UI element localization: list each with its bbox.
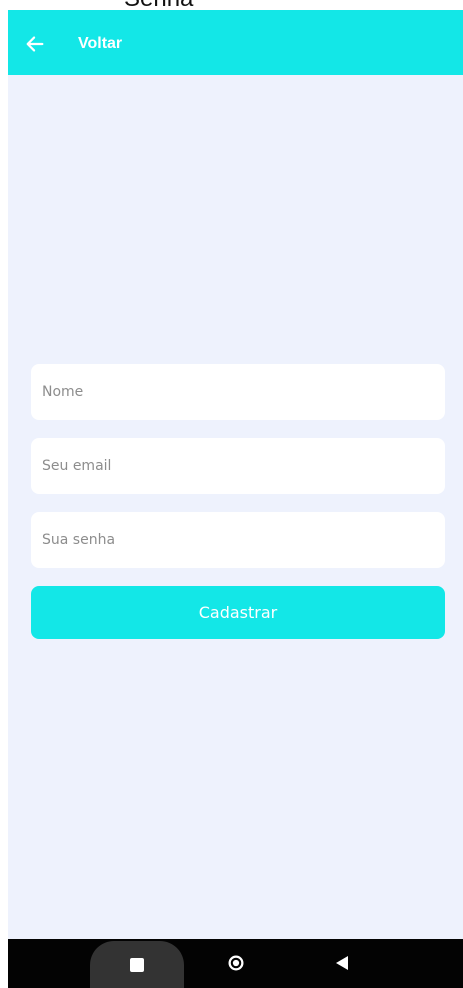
back-label: Voltar [78,35,123,52]
arrow-left-icon [26,36,44,52]
top-app-bar: Voltar [8,10,463,75]
back-triangle-icon [336,956,348,970]
home-button[interactable] [224,951,248,975]
circle-icon [228,955,244,971]
password-input[interactable] [42,512,434,568]
registration-form: Cadastrar [31,364,445,639]
name-field[interactable] [31,364,445,420]
register-button[interactable]: Cadastrar [31,586,445,639]
system-back-button[interactable] [330,951,354,975]
recent-apps-button[interactable] [90,941,184,988]
back-button[interactable]: Voltar [24,28,154,60]
password-field[interactable] [31,512,445,568]
name-input[interactable] [42,364,434,420]
screenshot-canvas: Senha Voltar Cadastrar [0,0,463,988]
android-navigation-bar [8,939,463,988]
phone-screen: Voltar Cadastrar [8,10,463,988]
email-input[interactable] [42,438,434,494]
square-icon [130,957,144,972]
email-field[interactable] [31,438,445,494]
